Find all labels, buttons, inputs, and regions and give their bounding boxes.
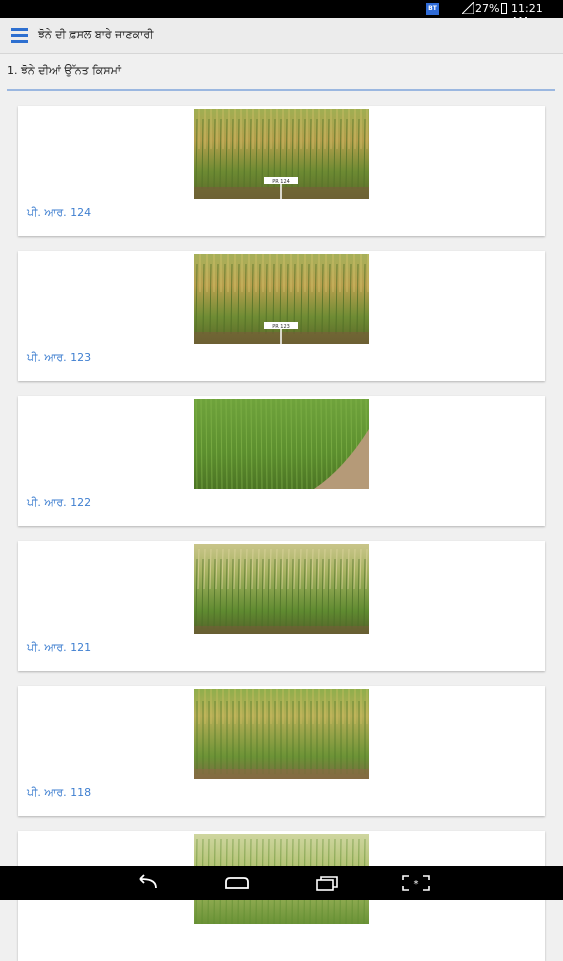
status-bar: BT 27% 11:21 AM [0,0,563,28]
variety-photo [194,399,369,489]
signal-icon [462,2,474,14]
variety-caption: ਪੀ. ਆਰ. 118 [27,786,92,799]
hamburger-icon[interactable] [11,28,28,44]
variety-card[interactable]: ਪੀ. ਆਰ. 122 [18,396,545,526]
variety-card[interactable]: PR 124 ਪੀ. ਆਰ. 124 [18,106,545,236]
variety-card[interactable]: PR 123 ਪੀ. ਆਰ. 123 [18,251,545,381]
variety-caption: ਪੀ. ਆਰ. 122 [27,496,92,509]
variety-card[interactable]: ਪੀ. ਆਰ. 118 [18,686,545,816]
variety-photo: PR 123 [194,254,369,344]
battery-icon [501,3,507,14]
home-icon[interactable] [223,874,251,892]
back-icon[interactable] [134,874,160,892]
app-title: ਝੋਨੇ ਦੀ ਫ਼ਸਲ ਬਾਰੇ ਜਾਣਕਾਰੀ [38,28,154,41]
variety-photo [194,689,369,779]
recents-icon[interactable] [314,874,340,892]
variety-caption: ਪੀ. ਆਰ. 123 [27,351,92,364]
notification-badge: BT [426,3,439,15]
variety-photo: PR 124 [194,109,369,199]
app-bar: ਝੋਨੇ ਦੀ ਫ਼ਸਲ ਬਾਰੇ ਜਾਣਕਾਰੀ [0,18,563,54]
battery-percent: 27% [475,2,500,15]
divider [7,89,555,91]
variety-card[interactable]: ਪੀ. ਆਰ. 121 [18,541,545,671]
variety-caption: ਪੀ. ਆਰ. 121 [27,641,92,654]
screenshot-icon[interactable]: * [401,874,431,892]
svg-text:*: * [414,879,419,890]
variety-photo [194,544,369,634]
question-heading: 1. ਝੋਨੇ ਦੀਆਂ ਉੱਨਤ ਕਿਸਮਾਂ [7,64,121,77]
variety-caption: ਪੀ. ਆਰ. 124 [27,206,92,219]
navigation-bar: * [0,866,563,900]
